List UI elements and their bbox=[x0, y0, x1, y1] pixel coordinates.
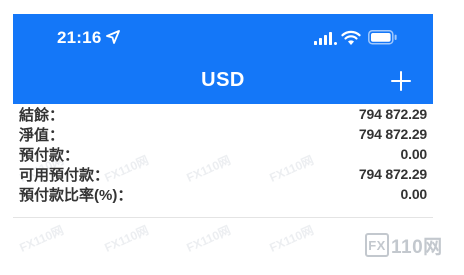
margin-value: 0.00 bbox=[400, 146, 428, 162]
watermark-text: FX110网 bbox=[267, 223, 316, 255]
margin-row: 預付款： 0.00 bbox=[13, 144, 433, 164]
wifi-icon bbox=[341, 29, 361, 46]
watermark-logo-box: FX bbox=[365, 233, 389, 257]
margin-level-label: 預付款比率(%)： bbox=[19, 186, 133, 204]
watermark-text: FX110网 bbox=[102, 223, 151, 255]
margin-level-value: 0.00 bbox=[400, 186, 428, 202]
margin-level-row: 預付款比率(%)： 0.00 bbox=[13, 184, 433, 204]
free-margin-label: 可用預付款： bbox=[19, 166, 110, 184]
account-summary-list: 結餘： 794 872.29 淨值： 794 872.29 預付款： 0.00 … bbox=[13, 104, 433, 204]
app-header: 21:16 USD bbox=[13, 14, 433, 104]
screen: FX110网 FX110网 FX110网 FX110网 FX110网 FX110… bbox=[0, 0, 464, 275]
margin-label: 預付款： bbox=[19, 146, 80, 164]
watermark-logo: FX 110网 bbox=[365, 232, 443, 258]
list-divider bbox=[13, 217, 433, 218]
page-title: USD bbox=[201, 69, 245, 91]
watermark-text: FX110网 bbox=[184, 223, 233, 255]
balance-label: 結餘： bbox=[19, 106, 65, 124]
watermark-logo-text: 110网 bbox=[391, 236, 443, 258]
location-arrow-icon bbox=[106, 30, 120, 44]
plus-icon bbox=[391, 71, 411, 91]
battery-icon bbox=[368, 30, 398, 45]
balance-row: 結餘： 794 872.29 bbox=[13, 104, 433, 124]
balance-value: 794 872.29 bbox=[358, 106, 427, 122]
watermark-text: FX110网 bbox=[17, 223, 66, 255]
equity-value: 794 872.29 bbox=[358, 126, 427, 142]
free-margin-row: 可用預付款： 794 872.29 bbox=[13, 164, 433, 184]
equity-label: 淨值： bbox=[19, 126, 65, 144]
status-time: 21:16 bbox=[57, 28, 102, 47]
equity-row: 淨值： 794 872.29 bbox=[13, 124, 433, 144]
status-bar: 21:16 bbox=[13, 14, 433, 58]
add-button[interactable] bbox=[389, 69, 413, 93]
cellular-signal-icon bbox=[314, 32, 338, 46]
free-margin-value: 794 872.29 bbox=[358, 166, 427, 182]
